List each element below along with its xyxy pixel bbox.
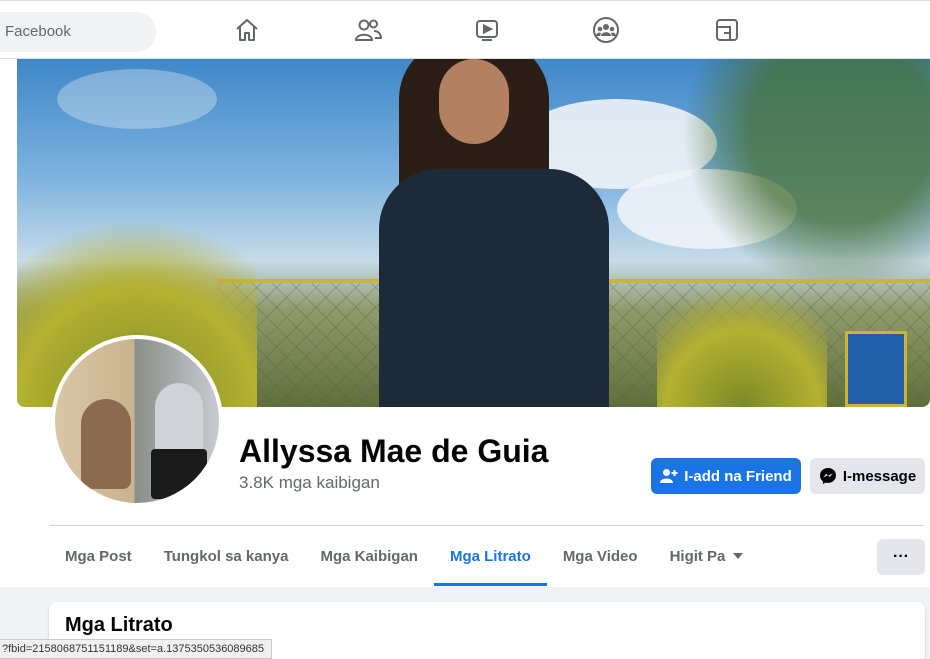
- tab-label: Mga Litrato: [449, 547, 531, 565]
- watch-icon[interactable]: [473, 16, 501, 44]
- gaming-icon[interactable]: [713, 16, 741, 44]
- search-input[interactable]: Facebook: [0, 12, 156, 52]
- tab-videos[interactable]: Mga Video: [547, 526, 654, 586]
- profile-header: Allyssa Mae de Guia 3.8K mga kaibigan I-…: [0, 59, 930, 587]
- tab-label: Mga Post: [65, 547, 132, 565]
- cover-tree: [637, 59, 930, 299]
- cover-cloud: [57, 69, 217, 129]
- tab-label: Mga Kaibigan: [320, 547, 418, 565]
- message-label: I-message: [842, 467, 917, 485]
- tab-label: Tungkol sa kanya: [163, 547, 289, 565]
- top-navigation-bar: Facebook: [0, 0, 930, 59]
- photos-section-title: Mga Litrato: [65, 614, 173, 636]
- profile-name: Allyssa Mae de Guia: [239, 433, 549, 469]
- tab-posts[interactable]: Mga Post: [49, 526, 148, 586]
- friends-icon[interactable]: [354, 16, 382, 44]
- tab-label: Higit Pa: [669, 547, 726, 565]
- messenger-icon: [819, 468, 836, 484]
- tab-photos[interactable]: Mga Litrato: [433, 526, 547, 586]
- add-friend-label: I-add na Friend: [684, 467, 792, 485]
- more-options-button[interactable]: ···: [877, 539, 925, 575]
- search-placeholder: Facebook: [5, 23, 71, 40]
- cover-sign: [845, 331, 907, 407]
- groups-icon[interactable]: [592, 16, 620, 44]
- caret-down-icon: [733, 553, 744, 559]
- message-button[interactable]: I-message: [810, 458, 925, 494]
- cover-person: [369, 59, 619, 407]
- add-friend-button[interactable]: I-add na Friend: [651, 458, 801, 494]
- add-friend-icon: [660, 469, 678, 483]
- tab-about[interactable]: Tungkol sa kanya: [148, 526, 305, 586]
- profile-avatar[interactable]: [51, 335, 223, 507]
- profile-tabs: Mga Post Tungkol sa kanya Mga Kaibigan M…: [49, 526, 759, 586]
- status-bar-url: ?fbid=2158068751151189&set=a.13753505360…: [0, 639, 273, 659]
- tab-label: Mga Video: [562, 547, 638, 565]
- tab-friends[interactable]: Mga Kaibigan: [304, 526, 434, 586]
- cover-plant: [657, 259, 827, 407]
- tab-more[interactable]: Higit Pa: [654, 526, 760, 586]
- home-icon[interactable]: [233, 16, 261, 44]
- friends-count-link[interactable]: 3.8K mga kaibigan: [239, 473, 380, 493]
